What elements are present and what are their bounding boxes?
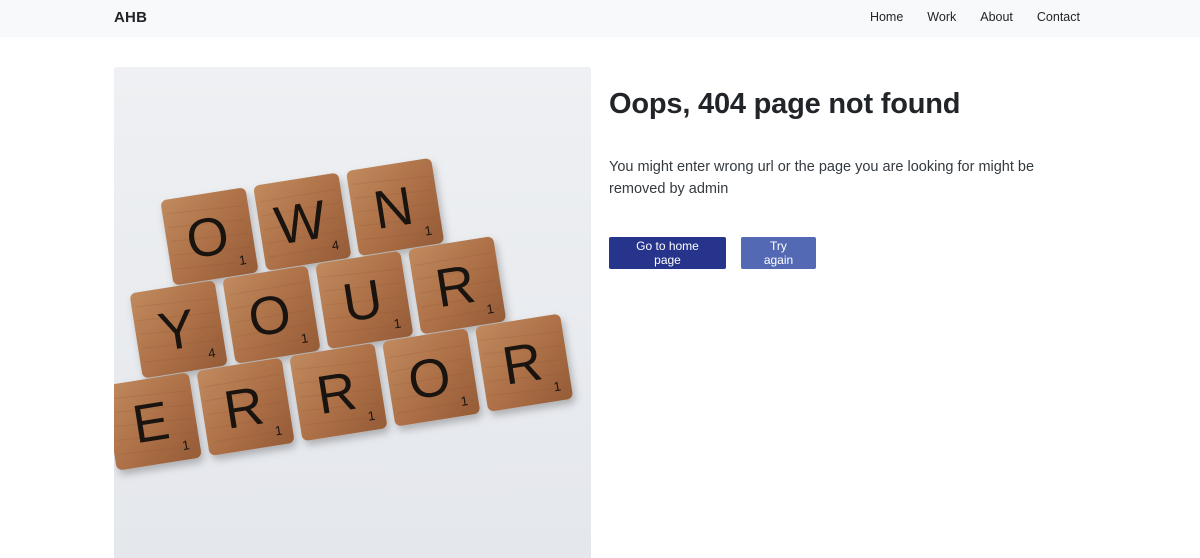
scrabble-tile: U1 [315, 251, 413, 349]
scrabble-tile: R1 [408, 236, 506, 334]
scrabble-tile: Y4 [130, 281, 227, 378]
scrabble-tiles-illustration: O 1W 4N 1Y 4O 1U 1R 1E 1R 1R 1O 1R 1 [114, 67, 591, 558]
scrabble-tile: R1 [475, 314, 573, 412]
error-title: Oops, 404 page not found [609, 88, 961, 120]
error-content: Oops, 404 page not found You might enter… [609, 85, 1079, 269]
go-home-button[interactable]: Go to home page [609, 237, 726, 269]
nav-link-home[interactable]: Home [870, 10, 903, 24]
nav-links: Home Work About Contact [846, 10, 1080, 24]
scrabble-tile: O1 [382, 329, 480, 426]
scrabble-tile: E1 [114, 373, 202, 470]
nav-link-about[interactable]: About [980, 10, 1013, 24]
hero-image: O1W4N1Y4O1U1R1E1R1R1O1R1 [114, 67, 591, 558]
brand-logo[interactable]: AHB [114, 9, 147, 26]
tile-letter: W [271, 189, 331, 256]
button-row: Go to home page Try again [609, 237, 1079, 269]
scrabble-tile: R1 [290, 343, 387, 441]
nav-link-contact[interactable]: Contact [1037, 10, 1080, 24]
scrabble-tile: O1 [223, 266, 320, 363]
scrabble-tile: R1 [197, 358, 294, 456]
scrabble-tile: W4 [253, 173, 351, 270]
try-again-button[interactable]: Try again [741, 237, 816, 269]
nav-link-work[interactable]: Work [927, 10, 956, 24]
scrabble-tile: N1 [346, 158, 444, 256]
scrabble-tile: O1 [161, 188, 258, 285]
error-description: You might enter wrong url or the page yo… [609, 159, 1035, 197]
navbar: AHB Home Work About Contact [0, 0, 1200, 37]
